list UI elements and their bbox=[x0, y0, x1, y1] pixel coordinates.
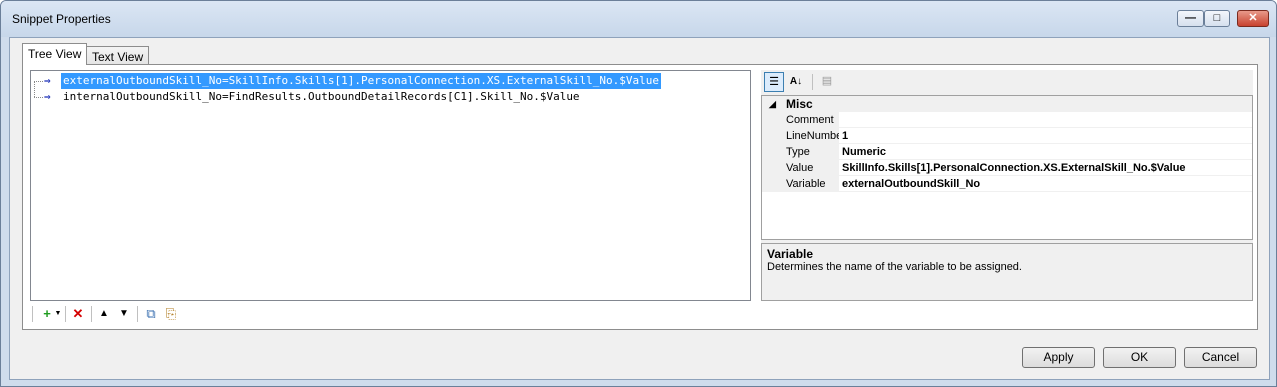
tree-toolbar: + ▼ ✕ ▲ ▼ ⧉ ⎘ bbox=[30, 303, 1252, 325]
assignment-arrow-icon: ⇒ bbox=[44, 74, 51, 87]
toolbar-separator bbox=[137, 306, 138, 322]
window-title: Snippet Properties bbox=[12, 12, 111, 26]
dialog-client-area: Tree View Text View ⇒ externalOutboundSk… bbox=[9, 37, 1270, 380]
property-value[interactable]: externalOutboundSkill_No bbox=[842, 176, 1252, 192]
category-label: Misc bbox=[786, 97, 813, 111]
delete-icon[interactable]: ✕ bbox=[70, 306, 86, 322]
dropdown-arrow-icon[interactable]: ▼ bbox=[54, 306, 62, 322]
toolbar-separator bbox=[812, 74, 813, 90]
cancel-button[interactable]: Cancel bbox=[1184, 347, 1257, 368]
property-value[interactable] bbox=[842, 112, 1252, 128]
tree-connector bbox=[34, 97, 43, 98]
paste-icon[interactable]: ⎘ bbox=[163, 306, 179, 322]
property-grid-toolbar: ☰ A↓ ▤ bbox=[761, 70, 1253, 95]
property-value[interactable]: 1 bbox=[842, 128, 1252, 144]
toolbar-grip bbox=[32, 306, 33, 322]
tree-connector bbox=[34, 81, 35, 97]
description-text: Determines the name of the variable to b… bbox=[767, 261, 1022, 273]
close-icon: ✕ bbox=[1248, 12, 1258, 24]
snippet-tree[interactable]: ⇒ externalOutboundSkill_No=SkillInfo.Ski… bbox=[30, 70, 751, 301]
move-down-icon[interactable]: ▼ bbox=[116, 306, 132, 322]
maximize-button[interactable]: □ bbox=[1204, 10, 1230, 27]
property-pages-icon[interactable]: ▤ bbox=[817, 72, 837, 92]
toolbar-separator bbox=[91, 306, 92, 322]
property-row-line-number[interactable]: LineNumbe 1 bbox=[762, 128, 1252, 144]
tree-node[interactable]: externalOutboundSkill_No=SkillInfo.Skill… bbox=[61, 73, 662, 89]
property-value[interactable]: Numeric bbox=[842, 144, 1252, 160]
minimize-icon: — bbox=[1185, 12, 1196, 24]
property-table: ◢ Misc Comment LineNumbe 1 Type Numeric bbox=[761, 95, 1253, 240]
tree-connector bbox=[34, 81, 43, 82]
maximize-icon: □ bbox=[1213, 12, 1221, 24]
property-row-comment[interactable]: Comment bbox=[762, 112, 1252, 128]
tree-view-panel: ⇒ externalOutboundSkill_No=SkillInfo.Ski… bbox=[22, 64, 1258, 330]
description-title: Variable bbox=[767, 247, 814, 261]
category-row[interactable]: ◢ Misc bbox=[762, 96, 1252, 112]
property-value[interactable]: SkillInfo.Skills[1].PersonalConnection.X… bbox=[842, 160, 1252, 176]
assignment-arrow-icon: ⇒ bbox=[44, 90, 51, 103]
move-up-icon[interactable]: ▲ bbox=[96, 306, 112, 322]
property-name: Value bbox=[762, 160, 839, 176]
property-name: Comment bbox=[762, 112, 839, 128]
copy-icon[interactable]: ⧉ bbox=[143, 306, 159, 322]
tab-tree-view[interactable]: Tree View bbox=[22, 43, 88, 65]
alphabetical-sort-icon[interactable]: A↓ bbox=[786, 72, 806, 92]
categorized-view-icon[interactable]: ☰ bbox=[764, 72, 784, 92]
property-name: Variable bbox=[762, 176, 839, 192]
toolbar-separator bbox=[65, 306, 66, 322]
property-row-variable[interactable]: Variable externalOutboundSkill_No bbox=[762, 176, 1252, 192]
property-row-type[interactable]: Type Numeric bbox=[762, 144, 1252, 160]
minimize-button[interactable]: — bbox=[1177, 10, 1204, 27]
property-description-pane: Variable Determines the name of the vari… bbox=[761, 243, 1253, 301]
collapse-icon[interactable]: ◢ bbox=[769, 96, 776, 112]
property-grid: ☰ A↓ ▤ ◢ Misc Comment LineNumbe 1 Type N… bbox=[761, 70, 1253, 301]
close-button[interactable]: ✕ bbox=[1237, 10, 1269, 27]
apply-button[interactable]: Apply bbox=[1022, 347, 1095, 368]
add-icon[interactable]: + bbox=[40, 306, 54, 322]
property-row-value[interactable]: Value SkillInfo.Skills[1].PersonalConnec… bbox=[762, 160, 1252, 176]
tree-node[interactable]: internalOutboundSkill_No=FindResults.Out… bbox=[61, 89, 582, 105]
snippet-properties-window: Snippet Properties — □ ✕ Tree View Text … bbox=[0, 0, 1277, 387]
property-name: LineNumbe bbox=[762, 128, 839, 144]
property-name: Type bbox=[762, 144, 839, 160]
tab-text-view[interactable]: Text View bbox=[86, 46, 150, 66]
ok-button[interactable]: OK bbox=[1103, 347, 1176, 368]
title-bar[interactable]: Snippet Properties — □ ✕ bbox=[1, 1, 1276, 37]
